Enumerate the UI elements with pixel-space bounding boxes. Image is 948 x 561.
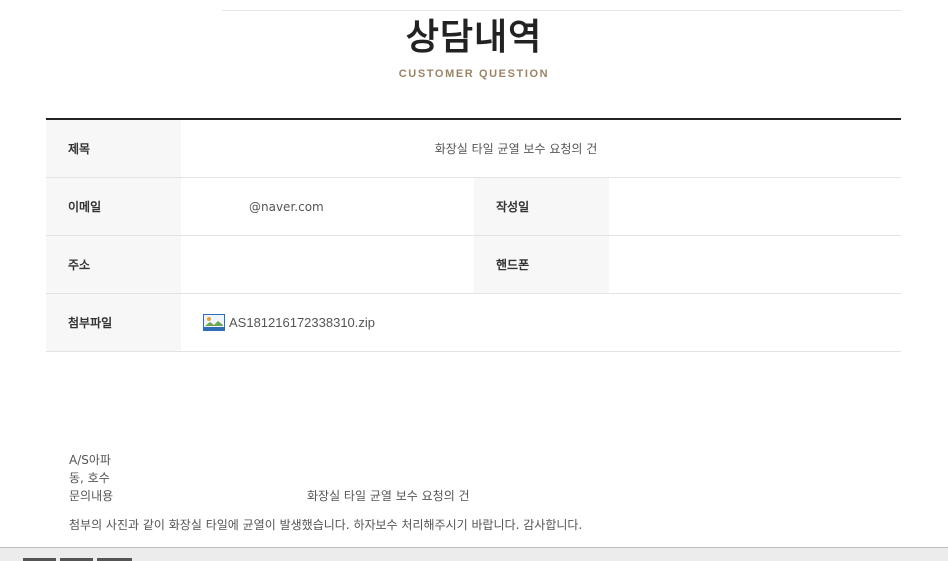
subject-label: 제목 <box>46 120 181 177</box>
attachment-link[interactable]: AS181216172338310.zip <box>181 294 901 351</box>
top-divider <box>222 10 901 11</box>
address-label: 주소 <box>46 236 181 293</box>
consultation-info-table: 제목 화장실 타일 균열 보수 요청의 건 이메일 @naver.com 작성일… <box>46 118 901 352</box>
attachment-row: 첨부파일 AS181216172338310.zip <box>46 294 901 352</box>
phone-label: 핸드폰 <box>474 236 609 293</box>
attachment-filename[interactable]: AS181216172338310.zip <box>229 315 375 330</box>
date-label: 작성일 <box>474 178 609 235</box>
inquiry-label: 문의내용 <box>69 489 114 503</box>
attachment-label: 첨부파일 <box>46 294 181 351</box>
subject-value: 화장실 타일 균열 보수 요청의 건 <box>434 142 598 156</box>
horizontal-scrollbar[interactable] <box>0 547 948 561</box>
address-row: 주소 핸드폰 <box>46 236 901 294</box>
email-value: @naver.com <box>249 199 324 214</box>
page-subtitle: CUSTOMER QUESTION <box>398 68 550 80</box>
phone-value <box>609 236 901 293</box>
inquiry-line: 문의내용 화장실 타일 균열 보수 요청의 건 <box>69 487 582 505</box>
subject-row: 제목 화장실 타일 균열 보수 요청의 건 <box>46 120 901 178</box>
inquiry-value: 화장실 타일 균열 보수 요청의 건 <box>307 489 470 503</box>
date-value <box>609 178 901 235</box>
body-line-apartment: A/S아파 <box>69 453 111 467</box>
email-row: 이메일 @naver.com 작성일 <box>46 178 901 236</box>
address-value <box>181 236 474 293</box>
inquiry-body: A/S아파 동, 호수 문의내용 화장실 타일 균열 보수 요청의 건 첨부의 … <box>69 451 582 534</box>
image-file-icon[interactable] <box>203 314 225 331</box>
page-title: 상담내역 <box>405 17 543 58</box>
body-line-unit: 동, 호수 <box>69 471 110 485</box>
inquiry-message: 첨부의 사진과 같이 화장실 타일에 균열이 발생했습니다. 하자보수 처리해주… <box>69 518 583 532</box>
email-label: 이메일 <box>46 178 181 235</box>
